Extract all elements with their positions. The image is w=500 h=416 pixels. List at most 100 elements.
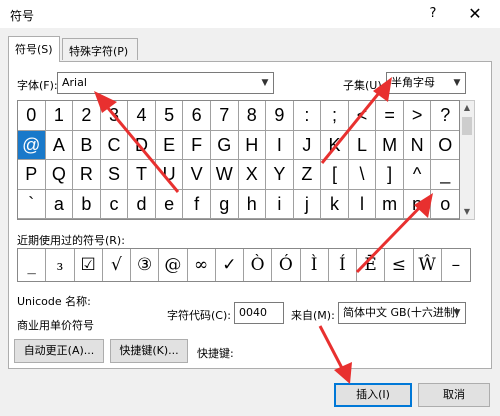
char-code-input[interactable]: 0040 (234, 302, 284, 324)
title-bar: 符号 ? ✕ (0, 0, 500, 28)
symbol-cell[interactable]: C (100, 130, 129, 160)
recent-symbol-cell[interactable]: Ó (272, 249, 301, 281)
recent-symbol-cell[interactable]: ₃ (46, 249, 75, 281)
symbol-cell[interactable]: f (183, 189, 211, 219)
recent-symbol-cell[interactable]: Ē (357, 249, 386, 281)
symbol-cell[interactable]: ` (18, 189, 46, 219)
symbol-cell[interactable]: 2 (73, 101, 101, 131)
symbol-cell[interactable]: L (348, 130, 377, 160)
symbol-cell[interactable]: 9 (266, 101, 294, 131)
recent-symbol-cell[interactable]: ≤ (385, 249, 414, 281)
recent-symbol-cell[interactable]: @ (159, 249, 188, 281)
symbol-cell[interactable]: 0 (18, 101, 46, 131)
symbol-cell[interactable]: B (73, 130, 101, 160)
symbol-cell[interactable]: [ (321, 160, 349, 190)
symbol-cell[interactable]: H (238, 130, 267, 160)
symbol-cell[interactable]: G (210, 130, 239, 160)
recent-symbol-cell[interactable]: ✓ (216, 249, 244, 281)
font-value: Arial (62, 76, 87, 89)
symbol-cell[interactable]: Z (293, 160, 322, 190)
symbol-cell[interactable]: R (73, 160, 101, 190)
insert-button[interactable]: 插入(I) (334, 383, 412, 407)
symbol-cell[interactable]: h (238, 189, 267, 219)
help-icon[interactable]: ? (424, 5, 442, 23)
symbol-cell[interactable]: l (348, 189, 377, 219)
symbol-cell[interactable]: Y (266, 160, 294, 190)
symbol-cell[interactable]: O (431, 131, 459, 160)
symbol-cell[interactable]: c (100, 189, 129, 219)
symbol-cell[interactable]: < (348, 101, 377, 131)
symbol-cell[interactable]: m (376, 189, 404, 219)
recent-symbol-cell[interactable]: Ò (244, 249, 273, 281)
symbol-cell[interactable]: o (431, 190, 459, 219)
subset-select[interactable]: 半角字母 ▼ (386, 72, 466, 94)
symbol-cell[interactable]: P (18, 160, 46, 190)
cancel-button[interactable]: 取消 (418, 383, 490, 407)
scroll-down-icon[interactable]: ▼ (460, 205, 474, 219)
recent-symbol-cell[interactable]: ∞ (188, 249, 216, 281)
tab-special-characters[interactable]: 特殊字符(P) (62, 38, 138, 60)
close-icon[interactable]: ✕ (464, 3, 486, 25)
recent-symbol-cell[interactable]: ③ (131, 249, 160, 281)
symbol-cell[interactable]: E (155, 130, 184, 160)
symbol-cell[interactable]: 8 (238, 101, 267, 131)
scrollbar-thumb[interactable] (462, 117, 472, 135)
recent-symbol-cell[interactable]: _ (18, 249, 47, 281)
tab-symbols[interactable]: 符号(S) (8, 36, 60, 62)
symbol-cell[interactable]: j (293, 189, 322, 219)
symbol-cell[interactable]: 6 (183, 101, 211, 131)
symbol-cell[interactable]: X (238, 160, 267, 190)
symbol-cell[interactable]: d (128, 189, 156, 219)
recent-symbol-cell[interactable]: Ì (301, 249, 329, 281)
recent-symbol-cell[interactable]: √ (103, 249, 131, 281)
recent-symbol-cell[interactable]: Í (329, 249, 357, 281)
symbol-cell[interactable]: V (183, 160, 211, 190)
symbol-cell[interactable]: ? (431, 101, 459, 131)
symbol-cell[interactable]: T (128, 160, 156, 190)
symbol-cell[interactable]: M (376, 130, 404, 160)
shortcut-key-button[interactable]: 快捷键(K)... (110, 339, 188, 363)
symbol-cell[interactable]: _ (431, 160, 459, 190)
symbol-cell[interactable]: Q (45, 160, 74, 190)
symbol-cell[interactable]: : (293, 101, 322, 131)
symbol-cell[interactable]: 4 (128, 101, 156, 131)
symbol-cell[interactable]: D (128, 130, 156, 160)
symbol-cell[interactable]: e (155, 189, 184, 219)
symbol-cell[interactable]: U (155, 160, 184, 190)
symbol-cell[interactable]: @ (18, 130, 46, 160)
symbol-grid-scrollbar[interactable]: ▲ ▼ (460, 100, 475, 220)
symbol-cell[interactable]: ] (376, 160, 404, 190)
symbol-cell[interactable]: I (266, 130, 294, 160)
symbol-cell[interactable]: 1 (45, 101, 74, 131)
symbol-cell[interactable]: n (403, 189, 432, 219)
symbol-cell[interactable]: S (100, 160, 129, 190)
font-select[interactable]: Arial ▼ (57, 72, 274, 94)
symbol-cell[interactable]: a (45, 189, 74, 219)
symbol-cell[interactable]: b (73, 189, 101, 219)
scroll-up-icon[interactable]: ▲ (460, 101, 474, 115)
autocorrect-button[interactable]: 自动更正(A)... (14, 339, 104, 363)
symbol-cell[interactable]: 3 (100, 101, 129, 131)
unicode-name-label: Unicode 名称: (17, 295, 91, 308)
symbol-cell[interactable]: > (403, 101, 432, 131)
symbol-cell[interactable]: F (183, 130, 211, 160)
recent-symbol-cell[interactable]: ☑ (75, 249, 103, 281)
symbol-cell[interactable]: k (321, 189, 349, 219)
symbol-cell[interactable]: g (210, 189, 239, 219)
symbol-cell[interactable]: K (321, 130, 349, 160)
symbol-cell[interactable]: = (376, 101, 404, 131)
symbol-cell[interactable]: W (210, 160, 239, 190)
symbol-cell[interactable]: \ (348, 160, 377, 190)
symbol-cell[interactable]: ^ (403, 160, 432, 190)
symbol-cell[interactable]: J (293, 130, 322, 160)
symbol-cell[interactable]: N (403, 130, 432, 160)
symbol-cell[interactable]: A (45, 130, 74, 160)
symbol-cell[interactable]: 7 (210, 101, 239, 131)
symbol-cell[interactable]: ; (321, 101, 349, 131)
chevron-down-icon: ▼ (453, 308, 461, 318)
from-select[interactable]: 简体中文 GB(十六进制) ▼ (338, 302, 466, 324)
recent-symbol-cell[interactable]: – (442, 249, 470, 281)
recent-symbol-cell[interactable]: Ŵ (414, 249, 442, 281)
symbol-cell[interactable]: i (266, 189, 294, 219)
symbol-cell[interactable]: 5 (155, 101, 184, 131)
